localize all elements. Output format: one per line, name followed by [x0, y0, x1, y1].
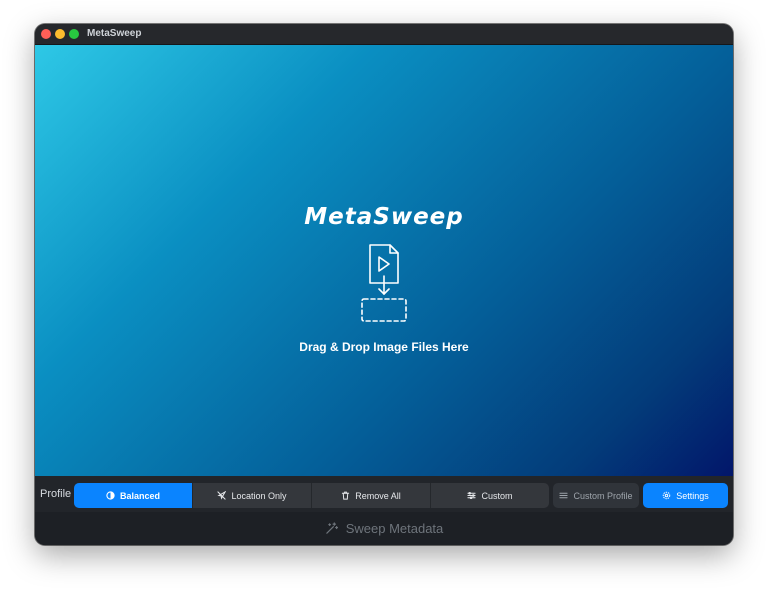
profile-toolbar: Profile Balanced Location Only Remove Al… [35, 476, 733, 512]
profile-segment-custom[interactable]: Custom [430, 483, 549, 508]
gear-icon [662, 491, 671, 500]
custom-profile-button[interactable]: Custom Profile [553, 483, 639, 508]
sliders-icon [559, 492, 569, 499]
half-circle-icon [106, 491, 115, 500]
segment-label: Remove All [355, 490, 401, 501]
zoom-window-button[interactable] [69, 29, 79, 39]
sweep-metadata-label: Sweep Metadata [345, 520, 444, 536]
title-bar: MetaSweep [35, 24, 733, 45]
trash-icon [342, 491, 350, 500]
settings-label: Settings [676, 490, 709, 501]
segment-label: Location Only [231, 490, 287, 501]
drop-hint-label: Drag & Drop Image Files Here [299, 340, 469, 354]
settings-button[interactable]: Settings [643, 483, 728, 508]
custom-profile-label: Custom Profile [573, 490, 633, 501]
close-window-button[interactable] [41, 29, 51, 39]
profile-segment-location-only[interactable]: Location Only [192, 483, 311, 508]
window-title: MetaSweep [87, 28, 142, 39]
sliders-icon [467, 491, 477, 500]
location-slash-icon [217, 491, 227, 500]
file-drop-icon [361, 244, 407, 322]
magic-wand-icon [325, 521, 338, 534]
profile-segmented-control: Balanced Location Only Remove All Custom [74, 483, 549, 508]
sweep-metadata-button[interactable]: Sweep Metadata [35, 519, 733, 537]
profile-segment-remove-all[interactable]: Remove All [311, 483, 430, 508]
segment-label: Balanced [119, 490, 161, 501]
segment-label: Custom [481, 490, 513, 501]
profile-segment-balanced[interactable]: Balanced [74, 483, 192, 508]
footer-bar: Sweep Metadata [35, 512, 733, 545]
drop-zone[interactable]: MetaSweep Drag & Drop Image Files Here [35, 45, 733, 476]
app-logo: MetaSweep [304, 204, 464, 230]
minimize-window-button[interactable] [55, 29, 65, 39]
app-window: MetaSweep MetaSweep Drag & Drop Image Fi… [35, 24, 733, 545]
profile-label: Profile [40, 488, 72, 500]
